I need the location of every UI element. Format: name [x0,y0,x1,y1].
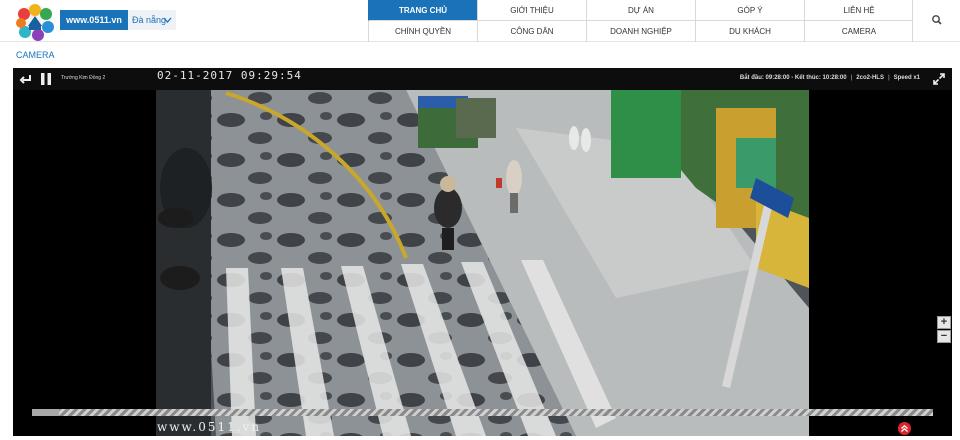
speed-control[interactable]: Speed x1 [894,75,920,81]
stream-info: Bắt đầu: 09:28:00 - Kết thúc: 10:28:00 | 2… [739,75,920,81]
zoom-controls: + − [937,316,951,344]
video-timestamp: 02-11-2017 09:29:54 [157,69,302,82]
nav-row-secondary: CHÍNH QUYỀN CÔNG DÂN DOANH NGHIỆP DU KHÁ… [368,21,913,42]
site-label[interactable]: www.0511.vn [60,10,128,30]
search-icon [932,15,942,25]
city-select[interactable]: Đà nẵng [128,10,176,30]
camera-player[interactable]: Trường Kim Đồng 2 Bắt đầu: 09:28:00 - Kế… [13,68,952,436]
camera-video-frame[interactable] [156,68,809,436]
zoom-in-button[interactable]: + [937,316,951,329]
playback-progress[interactable] [32,409,933,416]
playback-progress-fill [32,409,60,416]
search-button[interactable] [912,0,960,42]
nav-du-khach[interactable]: DU KHÁCH [695,21,804,42]
nav-chinh-quyen[interactable]: CHÍNH QUYỀN [368,21,477,42]
player-toolbar: Trường Kim Đồng 2 Bắt đầu: 09:28:00 - Kế… [13,68,952,90]
nav-cong-dan[interactable]: CÔNG DÂN [477,21,586,42]
pause-icon[interactable] [40,72,52,86]
main-nav: TRANG CHỦ GIỚI THIỆU DỰ ÁN GÓP Ý LIÊN HỆ… [368,0,913,42]
nav-doanh-nghiep[interactable]: DOANH NGHIỆP [586,21,695,42]
city-select-value: Đà nẵng [132,15,167,25]
nav-trang-chu[interactable]: TRANG CHỦ [368,0,477,21]
site-logo[interactable] [12,2,58,42]
back-icon[interactable] [19,72,33,86]
nav-gop-y[interactable]: GÓP Ý [695,0,804,21]
breadcrumb[interactable]: CAMERA [16,50,55,60]
nav-camera[interactable]: CAMERA [804,21,913,42]
fullscreen-icon[interactable] [932,72,946,86]
zoom-out-button[interactable]: − [937,330,951,343]
stream-type: 2co2-HLS [856,75,884,81]
nav-lien-he[interactable]: LIÊN HỆ [804,0,913,21]
video-watermark: www.0511.vn [157,420,262,434]
site-header: www.0511.vn Đà nẵng TRANG CHỦ GIỚI THIỆU… [0,0,960,42]
nav-gioi-thieu[interactable]: GIỚI THIỆU [477,0,586,21]
camera-name: Trường Kim Đồng 2 [61,75,106,81]
collapse-up-icon[interactable] [898,422,911,435]
nav-du-an[interactable]: DỰ ÁN [586,0,695,21]
chevron-down-icon [163,17,172,23]
nav-row-primary: TRANG CHỦ GIỚI THIỆU DỰ ÁN GÓP Ý LIÊN HỆ [368,0,913,21]
time-range: Bắt đầu: 09:28:00 - Kết thúc: 10:28:00 [739,75,847,81]
